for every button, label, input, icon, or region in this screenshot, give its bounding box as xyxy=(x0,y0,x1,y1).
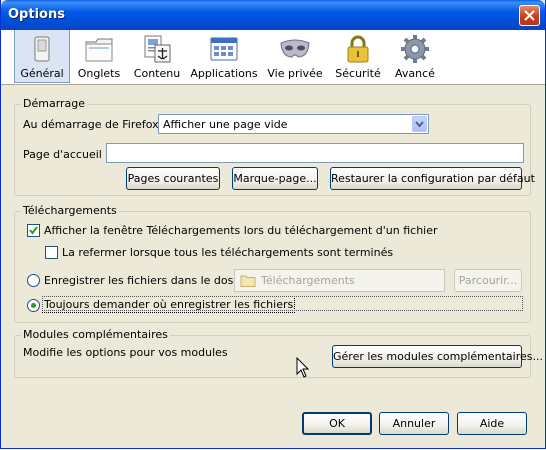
restore-default-button[interactable]: Restaurer la configuration par défaut xyxy=(330,167,535,190)
always-ask-radio[interactable] xyxy=(27,299,40,312)
startup-group-label: Démarrage xyxy=(21,97,88,110)
dropdown-arrow[interactable] xyxy=(412,116,427,132)
advanced-gear-icon xyxy=(401,35,429,63)
tabs-folder-icon xyxy=(85,38,113,62)
tab-security[interactable]: Sécurité xyxy=(330,30,386,83)
tab-content[interactable]: Contenu xyxy=(129,30,185,83)
tab-tabs[interactable]: Onglets xyxy=(71,30,127,83)
browse-button[interactable]: Parcourir... xyxy=(454,269,522,292)
tab-general-label: Général xyxy=(20,67,64,80)
tab-advanced[interactable]: Avancé xyxy=(389,30,441,83)
tab-privacy-label: Vie privée xyxy=(267,67,323,80)
close-button[interactable] xyxy=(519,5,540,26)
tab-applications-label: Applications xyxy=(190,67,258,80)
startup-when-label: Au démarrage de Firefox : xyxy=(23,118,166,131)
tab-general[interactable]: Général xyxy=(14,30,70,83)
ok-button[interactable]: OK xyxy=(302,412,372,435)
addons-description: Modifie les options pour vos modules xyxy=(23,346,228,359)
startup-when-select[interactable]: Afficher une page vide xyxy=(158,114,429,134)
security-lock-icon xyxy=(347,35,369,63)
bookmark-button[interactable]: Marque-page... xyxy=(232,167,318,190)
home-page-label: Page d'accueil : xyxy=(23,148,110,161)
startup-when-value: Afficher une page vide xyxy=(163,118,288,131)
close-when-done-checkbox[interactable] xyxy=(45,246,58,259)
download-folder-field: Téléchargements xyxy=(234,269,445,292)
tab-applications[interactable]: Applications xyxy=(189,30,259,83)
download-folder-value: Téléchargements xyxy=(261,274,355,287)
tab-advanced-label: Avancé xyxy=(395,67,435,80)
save-to-folder-label[interactable]: Enregistrer les fichiers dans le dossier xyxy=(44,274,253,287)
save-to-folder-radio[interactable] xyxy=(27,274,40,287)
category-toolbar: Général Onglets Contenu Applications Vie… xyxy=(1,30,545,85)
tab-security-label: Sécurité xyxy=(335,67,381,80)
chevron-down-icon xyxy=(415,121,424,128)
manage-addons-button[interactable]: Gérer les modules complémentaires... xyxy=(332,345,543,368)
applications-icon xyxy=(210,37,238,61)
focus-outline xyxy=(42,296,523,311)
current-pages-button[interactable]: Pages courantes xyxy=(126,167,220,190)
help-button[interactable]: Aide xyxy=(457,412,527,435)
show-downloads-label[interactable]: Afficher la fenêtre Téléchargements lors… xyxy=(44,224,438,237)
cancel-button[interactable]: Annuler xyxy=(379,412,449,435)
show-downloads-checkbox[interactable] xyxy=(27,224,40,237)
general-switch-icon xyxy=(34,36,50,62)
content-page-icon xyxy=(144,35,171,63)
title-bar[interactable]: Options xyxy=(1,0,545,30)
close-icon xyxy=(524,10,535,21)
addons-group-label: Modules complémentaires xyxy=(21,328,170,341)
downloads-group-label: Téléchargements xyxy=(21,204,119,217)
options-window: Options Général Onglets Contenu Applicat… xyxy=(0,0,546,449)
mouse-cursor-icon xyxy=(296,357,310,378)
tab-tabs-label: Onglets xyxy=(77,67,121,80)
home-page-input[interactable] xyxy=(106,143,524,163)
radio-selected-dot xyxy=(31,303,36,308)
window-title: Options xyxy=(8,7,65,22)
privacy-mask-icon xyxy=(280,39,310,58)
close-when-done-label[interactable]: La refermer lorsque tous les téléchargem… xyxy=(62,246,393,259)
tab-content-label: Contenu xyxy=(133,67,181,80)
checkmark-icon xyxy=(29,226,38,235)
folder-icon xyxy=(240,275,256,287)
tab-privacy[interactable]: Vie privée xyxy=(264,30,326,83)
